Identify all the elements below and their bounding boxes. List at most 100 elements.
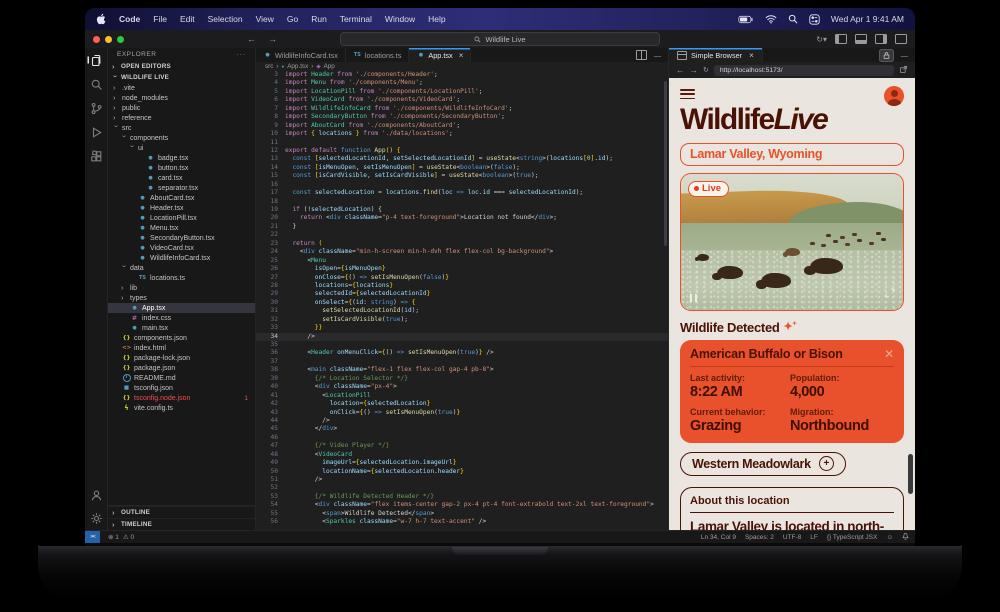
- menu-window[interactable]: Window: [385, 14, 415, 24]
- tree-item-reference[interactable]: ›reference: [108, 113, 255, 123]
- menu-go[interactable]: Go: [287, 14, 298, 24]
- menu-file[interactable]: File: [153, 14, 167, 24]
- breadcrumb-src[interactable]: src: [265, 63, 273, 70]
- open-editors-section[interactable]: ›OPEN EDITORS: [108, 61, 255, 72]
- menu-help[interactable]: Help: [428, 14, 445, 24]
- tree-item-components[interactable]: ›components: [108, 133, 255, 143]
- search-icon[interactable]: [788, 14, 798, 24]
- close-tab-icon[interactable]: ×: [459, 51, 464, 60]
- window-zoom-button[interactable]: [117, 36, 124, 43]
- source-control-icon[interactable]: [89, 101, 103, 115]
- breadcrumb-file[interactable]: App.tsx: [287, 63, 308, 70]
- secondary-species-button[interactable]: Western Meadowlark +: [680, 452, 846, 476]
- tree-item-src[interactable]: ›src: [108, 123, 255, 133]
- tree-item-locations.ts[interactable]: TSlocations.ts: [108, 273, 255, 283]
- extensions-icon[interactable]: [89, 149, 103, 163]
- tree-item-LocationPill.tsx[interactable]: ●LocationPill.tsx: [108, 213, 255, 223]
- tree-item-index.css[interactable]: #index.css: [108, 313, 255, 323]
- location-pill-button[interactable]: Lamar Valley, Wyoming: [680, 143, 904, 166]
- tab-App.tsx[interactable]: ●App.tsx×: [409, 48, 471, 62]
- feedback-smiley-icon[interactable]: ☺: [886, 534, 893, 541]
- back-arrow-icon[interactable]: ←: [247, 34, 256, 44]
- workspace-root-section[interactable]: ›WILDLIFE LIVE: [108, 72, 255, 83]
- url-input[interactable]: http://localhost:5173/: [714, 65, 894, 76]
- tree-item-package-lock.json[interactable]: {}package-lock.json: [108, 353, 255, 363]
- encoding[interactable]: UTF-8: [783, 534, 801, 541]
- open-external-icon[interactable]: [899, 65, 908, 76]
- explorer-icon[interactable]: [89, 53, 103, 67]
- browser-more-icon[interactable]: —: [901, 51, 908, 60]
- menu-selection[interactable]: Selection: [208, 14, 243, 24]
- tree-item-lib[interactable]: ›lib: [108, 283, 255, 293]
- customize-layout-icon[interactable]: [895, 34, 907, 44]
- tree-item-AboutCard.tsx[interactable]: ●AboutCard.tsx: [108, 193, 255, 203]
- tree-item-ui[interactable]: ›ui: [108, 143, 255, 153]
- problems-indicator[interactable]: ⊗ 1 ⚠ 0: [108, 533, 134, 541]
- explorer-more-icon[interactable]: ···: [237, 51, 247, 58]
- tree-item-badge.tsx[interactable]: ●badge.tsx: [108, 153, 255, 163]
- tree-item-WildlifeInfoCard.tsx[interactable]: ●WildlifeInfoCard.tsx: [108, 253, 255, 263]
- command-center-search[interactable]: Wildlife Live: [340, 32, 660, 46]
- tree-item-card.tsx[interactable]: ●card.tsx: [108, 173, 255, 183]
- tree-item-index.html[interactable]: <>index.html: [108, 343, 255, 353]
- tree-item-tsconfig.json[interactable]: ■tsconfig.json: [108, 383, 255, 393]
- menu-app[interactable]: Code: [119, 14, 140, 24]
- hamburger-menu-icon[interactable]: [680, 86, 695, 99]
- window-minimize-button[interactable]: [105, 36, 112, 43]
- pause-icon[interactable]: [690, 294, 697, 302]
- tree-item-Header.tsx[interactable]: ●Header.tsx: [108, 203, 255, 213]
- tree-item-button.tsx[interactable]: ●button.tsx: [108, 163, 255, 173]
- tree-item-data[interactable]: ›data: [108, 263, 255, 273]
- toggle-primary-sidebar-icon[interactable]: [835, 34, 847, 44]
- simple-browser-tab[interactable]: Simple Browser ×: [669, 48, 763, 62]
- notifications-bell-icon[interactable]: [902, 532, 909, 542]
- apple-logo-icon[interactable]: [96, 13, 106, 25]
- close-tab-icon[interactable]: ×: [749, 51, 754, 60]
- menubar-clock[interactable]: Wed Apr 1 9:41 AM: [831, 14, 904, 24]
- menu-run[interactable]: Run: [311, 14, 327, 24]
- menu-terminal[interactable]: Terminal: [340, 14, 372, 24]
- tree-item-package.json[interactable]: {}package.json: [108, 363, 255, 373]
- editor-scrollbar[interactable]: [664, 81, 667, 246]
- tree-item-node_modules[interactable]: ›node_modules: [108, 93, 255, 103]
- lock-icon[interactable]: [879, 49, 894, 62]
- editor-more-icon[interactable]: —: [654, 51, 661, 60]
- tree-item-App.tsx[interactable]: ●App.tsx: [108, 303, 255, 313]
- run-debug-icon[interactable]: [89, 125, 103, 139]
- tree-item-public[interactable]: ›public: [108, 103, 255, 113]
- remote-indicator[interactable]: ><: [85, 531, 100, 543]
- tree-item-tsconfig.node.json[interactable]: {}tsconfig.node.json1: [108, 393, 255, 403]
- tree-item-separator.tsx[interactable]: ●separator.tsx: [108, 183, 255, 193]
- indentation[interactable]: Spaces: 2: [745, 534, 774, 541]
- settings-gear-icon[interactable]: [89, 511, 103, 525]
- tree-item-README.md[interactable]: iREADME.md: [108, 373, 255, 383]
- browser-forward-icon[interactable]: →: [690, 65, 699, 75]
- close-icon[interactable]: ✕: [884, 347, 894, 361]
- menu-edit[interactable]: Edit: [180, 14, 195, 24]
- refresh-icon[interactable]: ↻▾: [816, 35, 827, 44]
- account-icon[interactable]: [89, 488, 103, 502]
- live-video-card[interactable]: Live: [680, 173, 904, 311]
- timeline-section[interactable]: ›TIMELINE: [108, 518, 255, 530]
- tree-item-components.json[interactable]: {}components.json: [108, 333, 255, 343]
- tab-locations.ts[interactable]: TSlocations.ts: [346, 48, 410, 62]
- language-mode[interactable]: {} TypeScript JSX: [827, 534, 877, 541]
- control-center-icon[interactable]: [809, 14, 820, 25]
- browser-reload-icon[interactable]: ↻: [703, 66, 709, 74]
- cursor-position[interactable]: Ln 34, Col 9: [701, 534, 736, 541]
- eol[interactable]: LF: [810, 534, 818, 541]
- outline-section[interactable]: ›OUTLINE: [108, 506, 255, 518]
- tree-item-vite.config.ts[interactable]: ϟvite.config.ts: [108, 403, 255, 413]
- tree-item-SecondaryButton.tsx[interactable]: ●SecondaryButton.tsx: [108, 233, 255, 243]
- fullscreen-icon[interactable]: [885, 285, 895, 303]
- avatar[interactable]: [884, 86, 904, 106]
- code-editor[interactable]: 3import Header from './components/Header…: [256, 71, 668, 530]
- window-close-button[interactable]: [93, 36, 100, 43]
- breadcrumb-symbol[interactable]: App: [324, 63, 335, 70]
- app-scrollbar[interactable]: [908, 454, 913, 494]
- forward-arrow-icon[interactable]: →: [268, 34, 277, 44]
- toggle-panel-icon[interactable]: [855, 34, 867, 44]
- menu-view[interactable]: View: [256, 14, 274, 24]
- tree-item-VideoCard.tsx[interactable]: ●VideoCard.tsx: [108, 243, 255, 253]
- tab-WildlifeInfoCard.tsx[interactable]: ●WildlifeInfoCard.tsx: [256, 48, 346, 62]
